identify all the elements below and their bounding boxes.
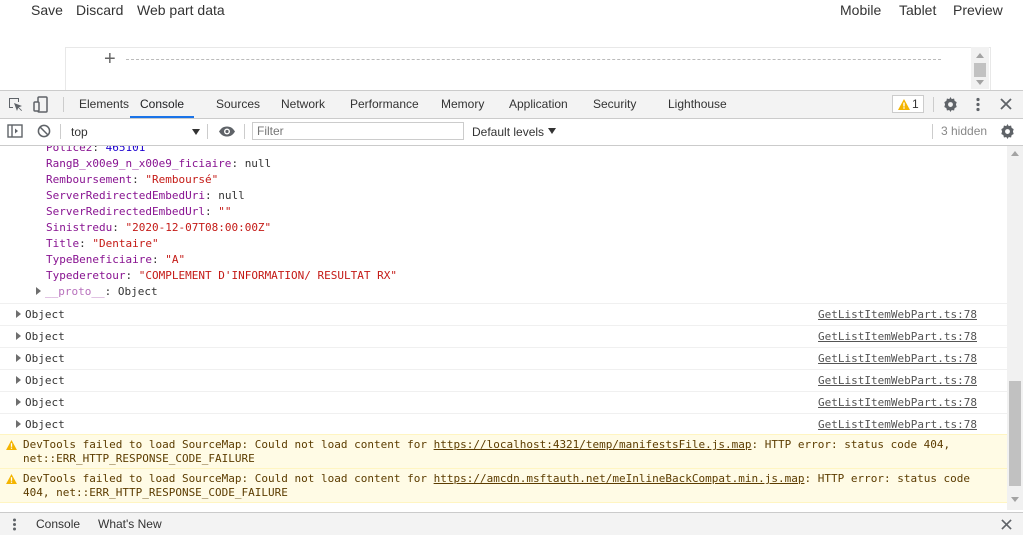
chevron-down-icon bbox=[192, 129, 200, 135]
console-settings-gear-icon[interactable] bbox=[1000, 124, 1015, 139]
expand-triangle-icon[interactable] bbox=[16, 310, 21, 318]
object-property: Remboursement: "Remboursé" bbox=[46, 173, 219, 186]
proto-property[interactable]: __proto__: Object bbox=[36, 284, 158, 300]
devtools-tab-bar: Elements Console Sources Network Perform… bbox=[0, 91, 1023, 119]
tab-network[interactable]: Network bbox=[281, 91, 325, 118]
sourcemap-link[interactable]: https://amcdn.msftauth.net/meInlineBackC… bbox=[434, 472, 805, 485]
source-link[interactable]: GetListItemWebPart.ts:78 bbox=[818, 419, 977, 431]
toolbar-divider bbox=[932, 124, 933, 139]
expand-triangle-icon[interactable] bbox=[16, 376, 21, 384]
live-expression-eye-icon[interactable] bbox=[218, 126, 236, 137]
console-output: Police2: 465101 RangB_x00e9_n_x00e9_fici… bbox=[0, 146, 1007, 510]
sourcemap-link[interactable]: https://localhost:4321/temp/manifestsFil… bbox=[434, 438, 752, 451]
warning-icon bbox=[898, 99, 910, 110]
clear-console-icon[interactable] bbox=[37, 124, 51, 138]
object-property: ServerRedirectedEmbedUrl: "" bbox=[46, 205, 232, 218]
console-log-row[interactable]: Object GetListItemWebPart.ts:78 bbox=[0, 369, 1007, 392]
tab-application[interactable]: Application bbox=[509, 91, 568, 118]
hidden-messages-count: 3 hidden bbox=[941, 124, 988, 138]
canvas-section: + bbox=[65, 47, 991, 90]
section-divider bbox=[126, 59, 941, 60]
expand-triangle-icon[interactable] bbox=[36, 287, 41, 295]
console-log-row[interactable]: Object GetListItemWebPart.ts:78 bbox=[0, 303, 1007, 326]
toolbar-divider bbox=[244, 124, 245, 139]
warning-message: DevTools failed to load SourceMap: Could… bbox=[23, 472, 971, 499]
filter-input[interactable] bbox=[252, 122, 464, 140]
object-property: Title: "Dentaire" bbox=[46, 237, 159, 250]
page-scroll-thumb[interactable] bbox=[974, 63, 986, 77]
tab-lighthouse[interactable]: Lighthouse bbox=[668, 91, 727, 118]
toolbar-divider bbox=[207, 124, 208, 139]
settings-gear-icon[interactable] bbox=[943, 97, 958, 112]
warnings-counter-button[interactable]: 1 bbox=[892, 95, 924, 113]
object-property: RangB_x00e9_n_x00e9_ficiaire: null bbox=[46, 157, 272, 170]
object-property: Typederetour: "COMPLEMENT D'INFORMATION/… bbox=[46, 269, 398, 282]
source-link[interactable]: GetListItemWebPart.ts:78 bbox=[818, 309, 977, 321]
web-part-data-button[interactable]: Web part data bbox=[137, 2, 225, 18]
inspect-element-icon[interactable] bbox=[8, 97, 24, 113]
discard-button[interactable]: Discard bbox=[76, 2, 123, 18]
console-scroll-thumb[interactable] bbox=[1009, 381, 1021, 486]
object-property: Sinistredu: "2020-12-07T08:00:00Z" bbox=[46, 221, 272, 234]
expand-triangle-icon[interactable] bbox=[16, 398, 21, 406]
devtools-drawer-tabs: Console What's New bbox=[0, 512, 1023, 535]
tab-console[interactable]: Console bbox=[130, 91, 195, 118]
scroll-up-arrow-icon[interactable] bbox=[1011, 151, 1019, 156]
sidebar-toggle-icon[interactable] bbox=[7, 124, 23, 138]
close-devtools-icon[interactable] bbox=[1000, 98, 1012, 110]
object-property: ServerRedirectedEmbedUri: null bbox=[46, 189, 245, 202]
console-log-row[interactable]: Object GetListItemWebPart.ts:78 bbox=[0, 391, 1007, 414]
toolbar-divider bbox=[60, 124, 61, 139]
toolbar-divider bbox=[933, 97, 934, 112]
console-filter-bar: top Default levels 3 hidden bbox=[0, 119, 1023, 146]
log-levels-label: Default levels bbox=[472, 125, 545, 139]
context-selector-value: top bbox=[71, 125, 88, 139]
drawer-tab-whats-new[interactable]: What's New bbox=[98, 517, 162, 531]
console-log-row[interactable]: Object GetListItemWebPart.ts:78 bbox=[0, 325, 1007, 348]
scroll-up-arrow-icon[interactable] bbox=[976, 53, 984, 58]
drawer-tab-console[interactable]: Console bbox=[36, 517, 80, 531]
preview-button[interactable]: Preview bbox=[953, 2, 1003, 18]
scroll-down-arrow-icon[interactable] bbox=[1011, 497, 1019, 502]
device-toolbar-icon[interactable] bbox=[33, 96, 49, 113]
tab-elements[interactable]: Elements bbox=[79, 91, 129, 118]
tab-performance[interactable]: Performance bbox=[350, 91, 419, 118]
object-property: Police2: 465101 bbox=[46, 146, 146, 154]
drawer-menu-icon[interactable] bbox=[12, 518, 17, 531]
tablet-button[interactable]: Tablet bbox=[899, 2, 936, 18]
log-levels-dropdown[interactable]: Default levels bbox=[472, 123, 557, 141]
save-button[interactable]: Save bbox=[31, 2, 63, 18]
console-warning-row: DevTools failed to load SourceMap: Could… bbox=[0, 468, 1007, 503]
console-log-row[interactable]: Object GetListItemWebPart.ts:78 bbox=[0, 347, 1007, 370]
devtools-panel: Elements Console Sources Network Perform… bbox=[0, 90, 1023, 535]
more-options-icon[interactable] bbox=[975, 97, 981, 112]
add-section-icon[interactable]: + bbox=[104, 49, 116, 69]
source-link[interactable]: GetListItemWebPart.ts:78 bbox=[818, 331, 977, 343]
expand-triangle-icon[interactable] bbox=[16, 354, 21, 362]
expand-triangle-icon[interactable] bbox=[16, 420, 21, 428]
warning-icon bbox=[6, 440, 17, 450]
tab-memory[interactable]: Memory bbox=[441, 91, 484, 118]
source-link[interactable]: GetListItemWebPart.ts:78 bbox=[818, 353, 977, 365]
tab-security[interactable]: Security bbox=[593, 91, 636, 118]
scroll-down-arrow-icon[interactable] bbox=[976, 80, 984, 85]
page-scrollbar[interactable] bbox=[971, 47, 989, 89]
close-drawer-icon[interactable] bbox=[1001, 519, 1012, 530]
expand-triangle-icon[interactable] bbox=[16, 332, 21, 340]
warning-message: DevTools failed to load SourceMap: Could… bbox=[23, 438, 951, 465]
warning-icon bbox=[6, 474, 17, 484]
source-link[interactable]: GetListItemWebPart.ts:78 bbox=[818, 397, 977, 409]
chevron-down-icon bbox=[548, 128, 557, 134]
context-selector[interactable]: top bbox=[68, 123, 200, 141]
toolbar-divider bbox=[63, 97, 64, 112]
source-link[interactable]: GetListItemWebPart.ts:78 bbox=[818, 375, 977, 387]
page-command-bar: Save Discard Web part data Mobile Tablet… bbox=[0, 0, 1023, 24]
console-log-row[interactable]: Object GetListItemWebPart.ts:78 bbox=[0, 413, 1007, 436]
object-property: TypeBeneficiaire: "A" bbox=[46, 253, 186, 266]
console-scrollbar[interactable] bbox=[1007, 146, 1023, 510]
tab-sources[interactable]: Sources bbox=[216, 91, 260, 118]
console-warning-row: DevTools failed to load SourceMap: Could… bbox=[0, 434, 1007, 469]
warnings-count: 1 bbox=[912, 97, 919, 111]
mobile-button[interactable]: Mobile bbox=[840, 2, 881, 18]
